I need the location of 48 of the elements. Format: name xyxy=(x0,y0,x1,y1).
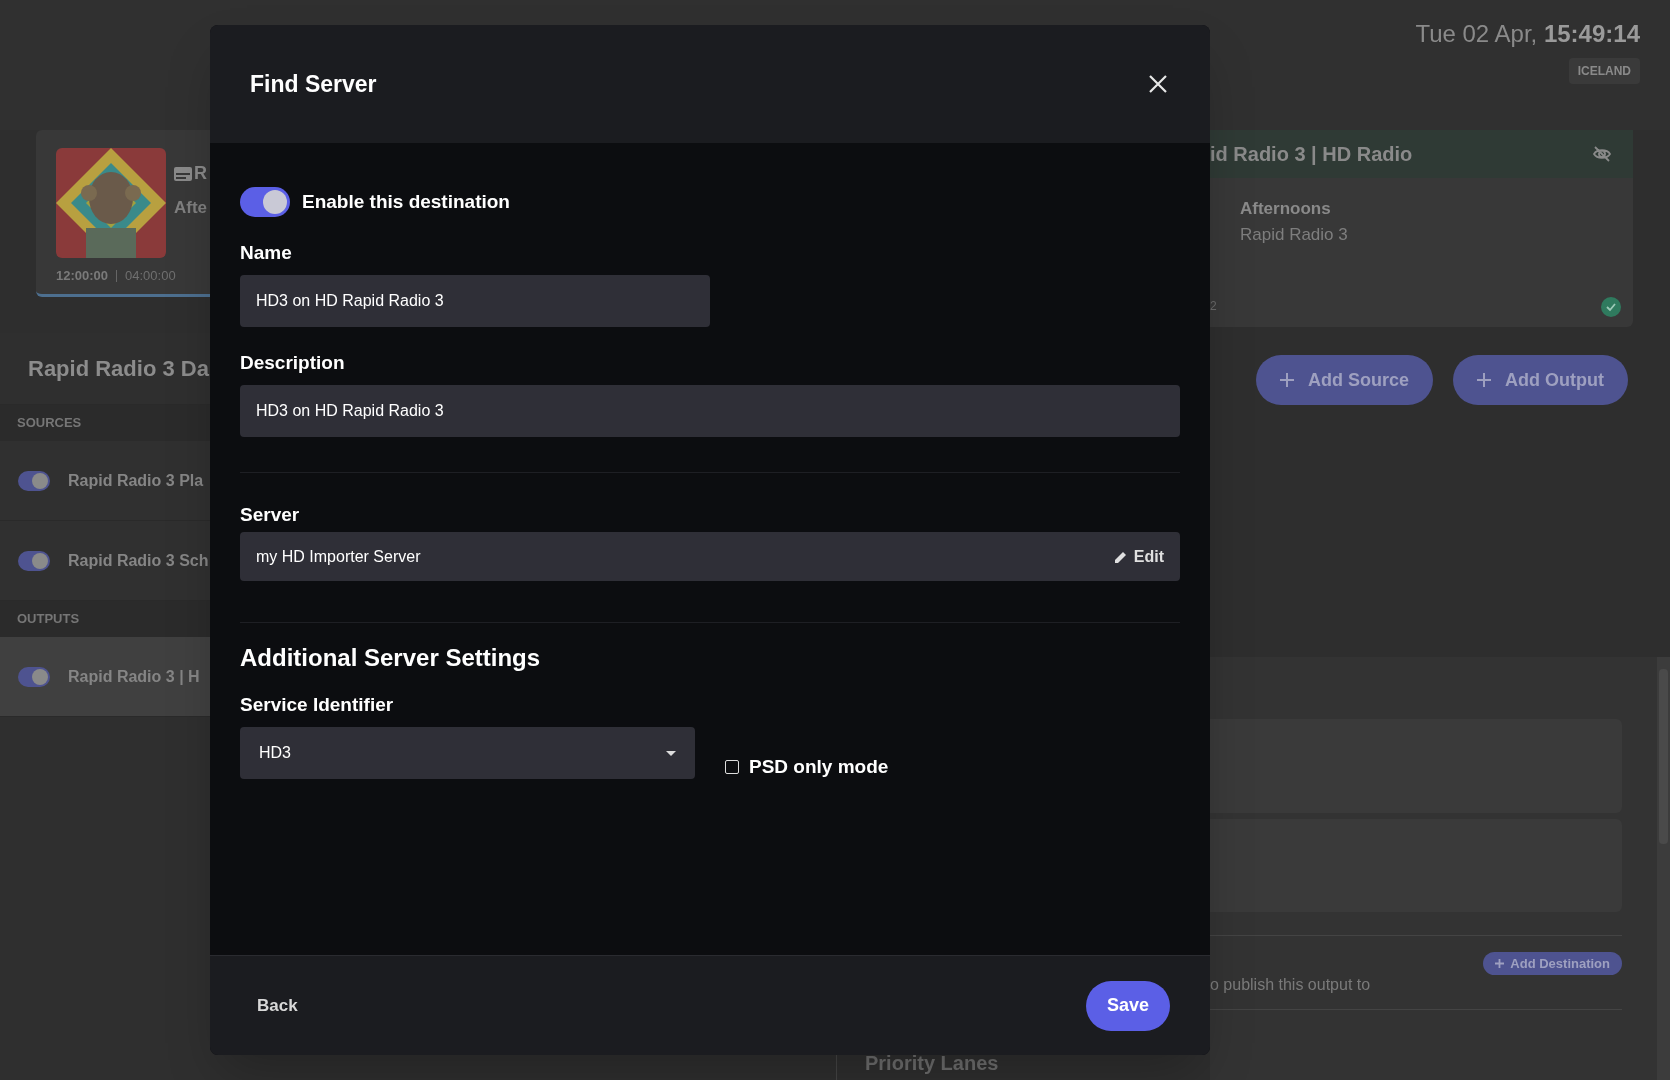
section-title: Additional Server Settings xyxy=(240,643,542,673)
toggle-switch[interactable] xyxy=(18,666,50,687)
select-dropdown[interactable]: HD3 xyxy=(240,727,695,779)
close-icon xyxy=(1148,74,1168,94)
add-destination-button[interactable]: Add Destination xyxy=(1483,952,1622,975)
item-label: Rapid Radio 3 Pla xyxy=(68,470,204,491)
list-item[interactable]: Rapid Radio 3 | H xyxy=(0,637,210,717)
toggle-label: Enable this destination xyxy=(302,189,510,214)
input-field[interactable]: HD3 on HD Rapid Radio 3 xyxy=(240,385,1180,437)
toggle-switch[interactable] xyxy=(18,550,50,571)
item-label: Rapid Radio 3 | H xyxy=(68,666,200,687)
clock: Tue 02 Apr, 15:49:14 xyxy=(1415,19,1640,49)
edit-button[interactable]: Edit xyxy=(1113,544,1164,569)
field-label: Description xyxy=(240,353,346,373)
track-title: R xyxy=(194,162,207,185)
caret-icon xyxy=(666,750,676,756)
pencil-icon xyxy=(1113,549,1128,564)
toggle-switch[interactable] xyxy=(18,470,50,491)
toggle-switch[interactable] xyxy=(240,187,290,217)
show-name: Afternoons xyxy=(1240,198,1332,220)
plus-icon xyxy=(1280,373,1294,387)
checkbox[interactable] xyxy=(725,760,739,775)
section-heading: OUTPUTS xyxy=(17,610,80,629)
dialog-title: Find Server xyxy=(250,69,377,99)
start-time: 12:00:00 xyxy=(56,267,109,285)
field-label: Server xyxy=(240,505,301,525)
card-title: id Radio 3 | HD Radio xyxy=(1210,142,1413,167)
checkbox-label: PSD only mode xyxy=(749,755,889,779)
save-button[interactable]: Save xyxy=(1085,980,1170,1031)
track-subtitle: Afte xyxy=(174,197,208,219)
hint-text: o publish this output to xyxy=(1210,975,1371,995)
panel-title: Rapid Radio 3 Da xyxy=(28,355,209,383)
server-value: my HD Importer Server xyxy=(256,546,421,567)
hidden-eye-icon[interactable] xyxy=(1593,146,1611,162)
add-button[interactable]: Add Source xyxy=(1256,355,1434,405)
plus-icon xyxy=(1477,373,1492,387)
timezone-badge: ICELAND xyxy=(1568,58,1640,84)
back-button[interactable]: Back xyxy=(257,992,298,1019)
scrollbar[interactable] xyxy=(1657,657,1670,1080)
add-button[interactable]: Add Output xyxy=(1453,355,1628,405)
section-heading: SOURCES xyxy=(17,414,82,433)
station-name: Rapid Radio 3 xyxy=(1240,223,1349,246)
item-label: Rapid Radio 3 Sch xyxy=(68,550,209,571)
plus-icon xyxy=(1495,959,1505,968)
field-label: Service Identifier xyxy=(240,695,395,715)
subtitles-icon xyxy=(174,166,192,181)
field-label: Name xyxy=(240,243,293,263)
input-field[interactable]: HD3 on HD Rapid Radio 3 xyxy=(240,275,710,327)
